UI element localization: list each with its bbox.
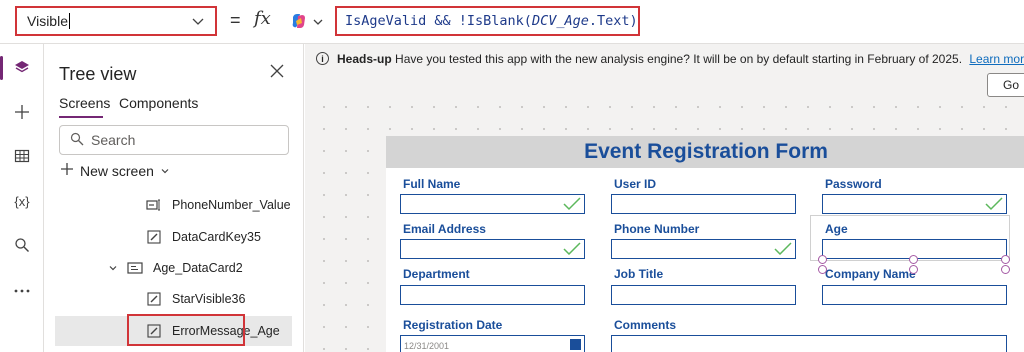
tree-item-label: DataCardKey35 [172, 230, 261, 244]
rail-tree-view-button[interactable] [0, 50, 44, 86]
company-input[interactable] [822, 285, 1007, 305]
learn-more-link[interactable]: Learn more [969, 52, 1024, 66]
more-icon [14, 281, 30, 297]
selection-highlight-box [127, 314, 245, 346]
check-icon [563, 197, 581, 216]
tree-item[interactable]: Age_DataCard2 [55, 253, 292, 283]
formula-control-ref: DCV_Age [531, 13, 589, 29]
formula-function-text: IsAgeValid && !IsBlank( [345, 13, 532, 29]
new-screen-label: New screen [80, 162, 154, 179]
edit-icon [146, 291, 162, 307]
formula-bar: Visible = fx IsAgeValid && !IsBlank(DCV_… [0, 0, 1024, 44]
equals-sign: = [230, 10, 241, 30]
rail-variables-button[interactable]: {x} [0, 183, 44, 219]
go-button[interactable]: Go [987, 73, 1024, 97]
edit-icon [146, 229, 162, 245]
form-title: Event Registration Form [386, 136, 1024, 168]
property-value: Visible [27, 13, 68, 29]
search-icon [70, 132, 91, 149]
field-label: User ID [614, 177, 657, 191]
tree-item[interactable]: DataCardKey35 [55, 222, 292, 252]
field-label: Company Name [825, 267, 916, 281]
tree-item-label: StarVisible36 [172, 292, 246, 306]
field-label: Full Name [403, 177, 461, 191]
resize-handle[interactable] [818, 265, 827, 274]
heads-up-banner: i Heads-up Have you tested this app with… [305, 44, 1024, 102]
active-tab-indicator [59, 116, 103, 118]
field-label: Job Title [614, 267, 664, 281]
copilot-button[interactable] [290, 12, 324, 35]
text-cursor [69, 13, 70, 29]
banner-message: Have you tested this app with the new an… [395, 52, 963, 66]
field-label: Password [825, 177, 882, 191]
new-screen-button[interactable]: New screen [60, 162, 170, 179]
field-label: Phone Number [614, 222, 700, 236]
resize-handle[interactable] [909, 255, 918, 264]
check-icon [563, 242, 581, 261]
tree-item-label: PhoneNumber_Value [172, 198, 291, 212]
tab-screens[interactable]: Screens [59, 95, 110, 111]
rail-search-button[interactable] [0, 228, 44, 264]
label-icon [146, 197, 162, 213]
password-input[interactable] [822, 194, 1007, 214]
search-input[interactable]: Search [59, 125, 289, 155]
plus-icon [14, 104, 30, 123]
tree-item[interactable]: StarVisible36 [55, 284, 292, 314]
property-dropdown[interactable]: Visible [15, 6, 217, 36]
left-rail: {x} [0, 44, 44, 352]
tree-item-label: Age_DataCard2 [153, 261, 243, 275]
user-id-input[interactable] [611, 194, 796, 214]
variables-icon: {x} [14, 193, 30, 209]
design-canvas[interactable]: i Heads-up Have you tested this app with… [305, 44, 1024, 352]
search-placeholder: Search [91, 132, 136, 148]
resize-handle[interactable] [818, 255, 827, 264]
field-label: Department [403, 267, 470, 281]
tree-item[interactable]: PhoneNumber_Value [55, 190, 292, 220]
phone-input[interactable] [611, 239, 796, 259]
banner-heading: Heads-up [337, 52, 392, 66]
tab-components[interactable]: Components [119, 95, 198, 111]
plus-icon [60, 162, 74, 179]
department-input[interactable] [400, 285, 585, 305]
rail-data-button[interactable] [0, 139, 44, 175]
registration-date-picker[interactable]: 12/31/2001 [400, 335, 585, 352]
rail-insert-button[interactable] [0, 95, 44, 131]
field-label: Registration Date [403, 318, 503, 332]
job-title-input[interactable] [611, 285, 796, 305]
date-value: 12/31/2001 [404, 341, 450, 351]
copilot-icon [290, 12, 308, 35]
email-input[interactable] [400, 239, 585, 259]
chevron-down-icon [312, 15, 324, 33]
full-name-input[interactable] [400, 194, 585, 214]
registration-form[interactable]: Event Registration Form Full Name User I… [386, 136, 1024, 352]
resize-handle[interactable] [909, 265, 918, 274]
rail-more-button[interactable] [0, 271, 44, 307]
table-icon [14, 148, 30, 167]
check-icon [985, 197, 1003, 216]
card-icon [127, 260, 143, 276]
info-icon: i [316, 52, 329, 65]
formula-input[interactable]: IsAgeValid && !IsBlank(DCV_Age.Text) [335, 6, 640, 36]
close-icon[interactable] [270, 64, 284, 83]
field-label: Email Address [403, 222, 486, 236]
calendar-icon[interactable] [570, 339, 581, 350]
layers-icon [14, 59, 30, 78]
comments-input[interactable] [611, 335, 1007, 352]
search-icon [14, 237, 30, 256]
check-icon [774, 242, 792, 261]
field-label: Age [825, 222, 848, 236]
panel-title: Tree view [59, 64, 137, 84]
resize-handle[interactable] [1001, 255, 1010, 264]
chevron-down-icon[interactable] [105, 260, 121, 276]
formula-tail-text: .Text) [588, 13, 638, 29]
resize-handle[interactable] [1001, 265, 1010, 274]
tree-view-panel: Tree view Screens Components Search New … [44, 44, 304, 352]
field-label: Comments [614, 318, 677, 332]
chevron-down-icon [160, 163, 170, 179]
chevron-down-icon [191, 14, 205, 31]
fx-icon[interactable]: fx [254, 8, 271, 29]
